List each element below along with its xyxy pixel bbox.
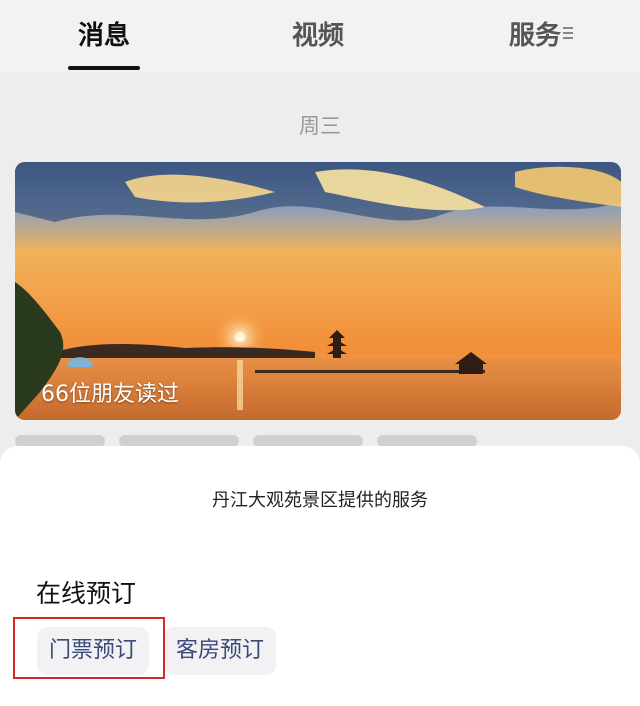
top-tab-bar: 消息 视频 服务	[0, 0, 640, 72]
tab-videos[interactable]: 视频	[283, 14, 353, 58]
tab-services[interactable]: 服务	[500, 14, 570, 58]
read-count: 66位朋友读过	[41, 382, 179, 407]
article-card[interactable]: 66位朋友读过	[15, 162, 621, 420]
room-booking-button[interactable]: 客房预订	[164, 627, 277, 675]
sheet-title: 丹江大观苑景区提供的服务	[212, 490, 428, 511]
active-tab-indicator	[68, 66, 140, 70]
ticket-booking-highlight	[13, 617, 165, 679]
online-booking-heading: 在线预订	[36, 579, 137, 608]
day-label: 周三	[299, 114, 341, 138]
menu-icon[interactable]	[563, 27, 573, 41]
tab-messages[interactable]: 消息	[70, 14, 138, 58]
